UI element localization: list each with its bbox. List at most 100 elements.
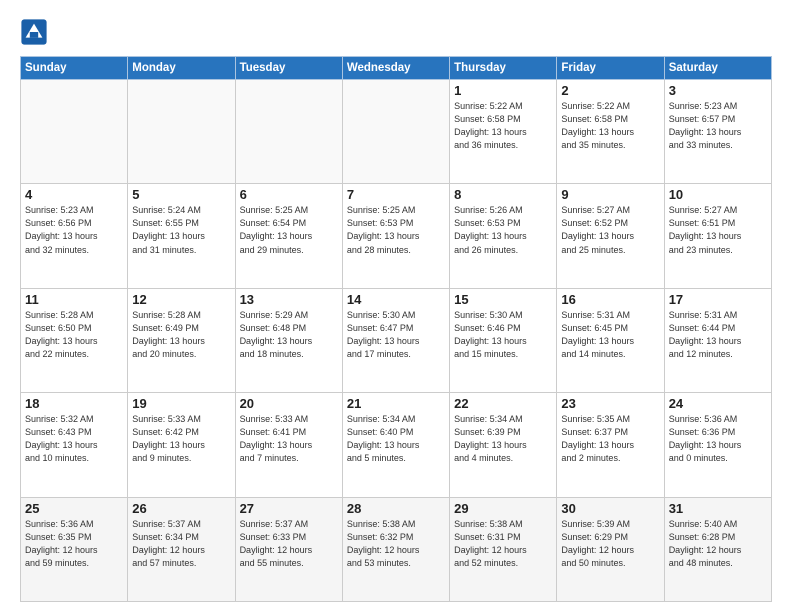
calendar-cell: 20 Sunrise: 5:33 AM Sunset: 6:41 PM Dayli… xyxy=(235,393,342,497)
header xyxy=(20,18,772,46)
calendar-cell: 15 Sunrise: 5:30 AM Sunset: 6:46 PM Dayli… xyxy=(450,288,557,392)
day-number: 22 xyxy=(454,396,552,411)
day-number: 2 xyxy=(561,83,659,98)
weekday-header-row: SundayMondayTuesdayWednesdayThursdayFrid… xyxy=(21,57,772,80)
week-row-2: 4Sunrise: 5:23 AM Sunset: 6:56 PM Daylig… xyxy=(21,184,772,288)
day-number: 11 xyxy=(25,292,123,307)
day-number: 10 xyxy=(669,187,767,202)
day-number: 19 xyxy=(132,396,230,411)
calendar-cell: 31 Sunrise: 5:40 AM Sunset: 6:28 PM Dayli… xyxy=(664,497,771,601)
cell-info: Sunrise: 5:30 AM Sunset: 6:46 PM Dayligh… xyxy=(454,309,552,361)
weekday-wednesday: Wednesday xyxy=(342,57,449,80)
cell-info: Sunrise: 5:25 AM Sunset: 6:54 PM Dayligh… xyxy=(240,204,338,256)
cell-info: Sunrise: 5:38 AM Sunset: 6:32 PM Dayligh… xyxy=(347,518,445,570)
page: SundayMondayTuesdayWednesdayThursdayFrid… xyxy=(0,0,792,612)
weekday-monday: Monday xyxy=(128,57,235,80)
cell-info: Sunrise: 5:29 AM Sunset: 6:48 PM Dayligh… xyxy=(240,309,338,361)
weekday-sunday: Sunday xyxy=(21,57,128,80)
cell-info: Sunrise: 5:40 AM Sunset: 6:28 PM Dayligh… xyxy=(669,518,767,570)
calendar-cell: 14Sunrise: 5:30 AM Sunset: 6:47 PM Dayli… xyxy=(342,288,449,392)
cell-info: Sunrise: 5:39 AM Sunset: 6:29 PM Dayligh… xyxy=(561,518,659,570)
day-number: 14 xyxy=(347,292,445,307)
cell-info: Sunrise: 5:32 AM Sunset: 6:43 PM Dayligh… xyxy=(25,413,123,465)
day-number: 16 xyxy=(561,292,659,307)
weekday-tuesday: Tuesday xyxy=(235,57,342,80)
week-row-4: 18 Sunrise: 5:32 AM Sunset: 6:43 PM Dayli… xyxy=(21,393,772,497)
calendar-cell: 4Sunrise: 5:23 AM Sunset: 6:56 PM Daylig… xyxy=(21,184,128,288)
calendar-cell xyxy=(235,80,342,184)
cell-info: Sunrise: 5:24 AM Sunset: 6:55 PM Dayligh… xyxy=(132,204,230,256)
cell-info: Sunrise: 5:33 AM Sunset: 6:41 PM Dayligh… xyxy=(240,413,338,465)
cell-info: Sunrise: 5:34 AM Sunset: 6:40 PM Dayligh… xyxy=(347,413,445,465)
logo xyxy=(20,18,50,46)
cell-info: Sunrise: 5:35 AM Sunset: 6:37 PM Dayligh… xyxy=(561,413,659,465)
cell-info: Sunrise: 5:38 AM Sunset: 6:31 PM Dayligh… xyxy=(454,518,552,570)
calendar-cell: 23 Sunrise: 5:35 AM Sunset: 6:37 PM Dayli… xyxy=(557,393,664,497)
calendar-cell xyxy=(342,80,449,184)
weekday-thursday: Thursday xyxy=(450,57,557,80)
cell-info: Sunrise: 5:22 AM Sunset: 6:58 PM Dayligh… xyxy=(561,100,659,152)
day-number: 23 xyxy=(561,396,659,411)
cell-info: Sunrise: 5:37 AM Sunset: 6:34 PM Dayligh… xyxy=(132,518,230,570)
calendar-cell: 26 Sunrise: 5:37 AM Sunset: 6:34 PM Dayli… xyxy=(128,497,235,601)
day-number: 31 xyxy=(669,501,767,516)
cell-info: Sunrise: 5:31 AM Sunset: 6:45 PM Dayligh… xyxy=(561,309,659,361)
cell-info: Sunrise: 5:22 AM Sunset: 6:58 PM Dayligh… xyxy=(454,100,552,152)
calendar-cell: 16 Sunrise: 5:31 AM Sunset: 6:45 PM Dayli… xyxy=(557,288,664,392)
day-number: 3 xyxy=(669,83,767,98)
day-number: 25 xyxy=(25,501,123,516)
cell-info: Sunrise: 5:36 AM Sunset: 6:35 PM Dayligh… xyxy=(25,518,123,570)
week-row-5: 25 Sunrise: 5:36 AM Sunset: 6:35 PM Dayli… xyxy=(21,497,772,601)
week-row-1: 1 Sunrise: 5:22 AM Sunset: 6:58 PM Daylig… xyxy=(21,80,772,184)
day-number: 18 xyxy=(25,396,123,411)
calendar-cell: 19 Sunrise: 5:33 AM Sunset: 6:42 PM Dayli… xyxy=(128,393,235,497)
calendar-cell: 29 Sunrise: 5:38 AM Sunset: 6:31 PM Dayli… xyxy=(450,497,557,601)
day-number: 28 xyxy=(347,501,445,516)
calendar-cell: 18 Sunrise: 5:32 AM Sunset: 6:43 PM Dayli… xyxy=(21,393,128,497)
calendar-cell: 13 Sunrise: 5:29 AM Sunset: 6:48 PM Dayli… xyxy=(235,288,342,392)
day-number: 17 xyxy=(669,292,767,307)
cell-info: Sunrise: 5:27 AM Sunset: 6:52 PM Dayligh… xyxy=(561,204,659,256)
calendar-cell: 8 Sunrise: 5:26 AM Sunset: 6:53 PM Daylig… xyxy=(450,184,557,288)
cell-info: Sunrise: 5:34 AM Sunset: 6:39 PM Dayligh… xyxy=(454,413,552,465)
day-number: 9 xyxy=(561,187,659,202)
calendar-cell xyxy=(128,80,235,184)
day-number: 20 xyxy=(240,396,338,411)
calendar-cell: 30 Sunrise: 5:39 AM Sunset: 6:29 PM Dayli… xyxy=(557,497,664,601)
cell-info: Sunrise: 5:36 AM Sunset: 6:36 PM Dayligh… xyxy=(669,413,767,465)
day-number: 26 xyxy=(132,501,230,516)
cell-info: Sunrise: 5:28 AM Sunset: 6:50 PM Dayligh… xyxy=(25,309,123,361)
day-number: 13 xyxy=(240,292,338,307)
cell-info: Sunrise: 5:23 AM Sunset: 6:56 PM Dayligh… xyxy=(25,204,123,256)
calendar-cell: 28 Sunrise: 5:38 AM Sunset: 6:32 PM Dayli… xyxy=(342,497,449,601)
week-row-3: 11 Sunrise: 5:28 AM Sunset: 6:50 PM Dayli… xyxy=(21,288,772,392)
day-number: 21 xyxy=(347,396,445,411)
calendar-cell: 9 Sunrise: 5:27 AM Sunset: 6:52 PM Daylig… xyxy=(557,184,664,288)
cell-info: Sunrise: 5:26 AM Sunset: 6:53 PM Dayligh… xyxy=(454,204,552,256)
day-number: 6 xyxy=(240,187,338,202)
calendar-cell: 3Sunrise: 5:23 AM Sunset: 6:57 PM Daylig… xyxy=(664,80,771,184)
logo-icon xyxy=(20,18,48,46)
weekday-saturday: Saturday xyxy=(664,57,771,80)
day-number: 1 xyxy=(454,83,552,98)
day-number: 27 xyxy=(240,501,338,516)
calendar-cell: 24 Sunrise: 5:36 AM Sunset: 6:36 PM Dayli… xyxy=(664,393,771,497)
cell-info: Sunrise: 5:37 AM Sunset: 6:33 PM Dayligh… xyxy=(240,518,338,570)
calendar-table: SundayMondayTuesdayWednesdayThursdayFrid… xyxy=(20,56,772,602)
calendar-cell: 21 Sunrise: 5:34 AM Sunset: 6:40 PM Dayli… xyxy=(342,393,449,497)
day-number: 30 xyxy=(561,501,659,516)
calendar-cell: 10Sunrise: 5:27 AM Sunset: 6:51 PM Dayli… xyxy=(664,184,771,288)
calendar-cell: 2 Sunrise: 5:22 AM Sunset: 6:58 PM Daylig… xyxy=(557,80,664,184)
calendar-cell: 1 Sunrise: 5:22 AM Sunset: 6:58 PM Daylig… xyxy=(450,80,557,184)
day-number: 15 xyxy=(454,292,552,307)
calendar-cell xyxy=(21,80,128,184)
calendar-cell: 7Sunrise: 5:25 AM Sunset: 6:53 PM Daylig… xyxy=(342,184,449,288)
calendar-cell: 12Sunrise: 5:28 AM Sunset: 6:49 PM Dayli… xyxy=(128,288,235,392)
day-number: 24 xyxy=(669,396,767,411)
day-number: 8 xyxy=(454,187,552,202)
day-number: 29 xyxy=(454,501,552,516)
calendar-cell: 6 Sunrise: 5:25 AM Sunset: 6:54 PM Daylig… xyxy=(235,184,342,288)
cell-info: Sunrise: 5:31 AM Sunset: 6:44 PM Dayligh… xyxy=(669,309,767,361)
weekday-friday: Friday xyxy=(557,57,664,80)
cell-info: Sunrise: 5:33 AM Sunset: 6:42 PM Dayligh… xyxy=(132,413,230,465)
